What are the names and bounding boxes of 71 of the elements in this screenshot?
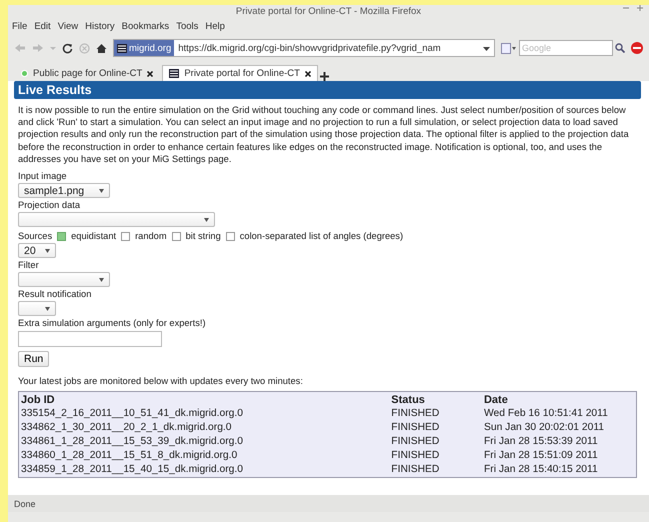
site-icon[interactable]: [117, 44, 127, 52]
radio-button[interactable]: [226, 232, 235, 241]
caret-icon[interactable]: [204, 218, 209, 222]
table-cell: FINISHED: [389, 435, 482, 450]
site-identity-badge[interactable]: migrid.org: [114, 40, 174, 56]
dropdown[interactable]: sample1.png: [18, 183, 110, 198]
field-label: Result notification: [18, 289, 92, 300]
radio-button[interactable]: [172, 232, 181, 241]
table-cell: FINISHED: [389, 463, 482, 478]
menu-item[interactable]: Bookmarks: [122, 21, 170, 32]
input-field[interactable]: [18, 331, 162, 348]
field-label: Filter: [18, 260, 40, 272]
field-label: Extra simulation arguments (only for experts!): [18, 318, 207, 330]
browser-tab[interactable]: Private portal for Online-CT: [162, 65, 318, 81]
close-icon[interactable]: [304, 70, 311, 76]
search-field[interactable]: Google: [519, 40, 613, 56]
menu-item[interactable]: History: [85, 21, 115, 32]
reload-icon[interactable]: [62, 42, 73, 54]
menu-item[interactable]: File: [12, 21, 28, 32]
jobs-note: Your latest jobs are monitored below with updates every two minutes:: [18, 376, 304, 386]
window-title: Private portal for Online-CT - Mozilla Firefox: [236, 6, 422, 17]
home-icon[interactable]: [96, 42, 107, 54]
intro-paragraph: It is now possible to run the entire simulation on the Grid without touching any code or command lines. Just select number/position of sources below and click 'Run' to start a simulation. You can select an input image and no projection to run a full simulation, or select projection data to load saved projection results and only run the reconstruction part of the simulation using those projection data. The optional filter is applied to the projection data before the reconstruction in order to enhance certain features like edges on the reconstructed image. Notification is optional, too, and uses the addresses you have set on your MiG Settings page.: [18, 104, 630, 166]
column-header: Status: [389, 392, 482, 408]
minimize-icon[interactable]: [623, 5, 629, 11]
close-icon[interactable]: [147, 70, 154, 76]
field-label: Sources: [18, 231, 52, 242]
section-heading: Live Results: [14, 81, 641, 99]
caret-icon[interactable]: [45, 248, 50, 253]
menu-item[interactable]: View: [58, 21, 78, 32]
table-cell: Fri Jan 28 15:40:15 2011: [482, 463, 636, 478]
search-icon[interactable]: [615, 43, 625, 53]
caret-icon[interactable]: [99, 278, 104, 282]
menu-item[interactable]: Edit: [34, 21, 51, 32]
address-bar[interactable]: migrid.org https://dk.migrid.org/cgi-bin/showvgridprivatefile.py?vgrid_nam: [113, 39, 495, 57]
field-label: Input image: [18, 171, 68, 182]
radio-button[interactable]: [57, 232, 66, 241]
menu-item[interactable]: Tools: [176, 21, 198, 32]
radio-button[interactable]: [121, 232, 130, 241]
dropdown-icon[interactable]: [483, 44, 490, 52]
search-engine-icon[interactable]: [501, 42, 517, 54]
table-cell: FINISHED: [389, 407, 482, 422]
radio-label: bit string: [186, 231, 221, 242]
table-cell: 334862_1_30_2011__20_2_1_dk.migrid.org.0: [18, 421, 390, 436]
table-cell: 335154_2_16_2011__10_51_41_dk.migrid.org.0: [18, 407, 390, 422]
menu-item[interactable]: Help: [205, 21, 225, 32]
table-cell: 334859_1_28_2011__15_40_15_dk.migrid.org.0: [18, 463, 390, 478]
column-header: Job ID: [18, 392, 390, 408]
table-cell: FINISHED: [389, 421, 482, 436]
table-cell: 334861_1_28_2011__15_53_39_dk.migrid.org.0: [18, 435, 390, 450]
table-cell: Wed Feb 16 10:51:41 2011: [482, 407, 636, 422]
new-tab-icon[interactable]: [320, 72, 329, 81]
run-button[interactable]: Run: [18, 351, 50, 368]
radio-label: random: [135, 231, 167, 242]
field-label: Projection data: [18, 200, 82, 212]
maximize-icon[interactable]: [637, 5, 643, 11]
status-text: Done: [14, 498, 36, 508]
table-cell: Fri Jan 28 15:53:39 2011: [482, 435, 636, 450]
radio-label: equidistant: [71, 231, 116, 242]
caret-icon[interactable]: [45, 306, 50, 311]
table-cell: Sun Jan 30 20:02:01 2011: [482, 421, 636, 436]
dropdown[interactable]: 20: [18, 243, 56, 258]
caret-icon[interactable]: [99, 188, 104, 193]
table-cell: FINISHED: [389, 449, 482, 464]
adblock-icon[interactable]: [631, 42, 643, 54]
browser-tab[interactable]: Public page for Online-CT: [14, 65, 160, 81]
radio-label: colon-separated list of angles (degrees): [240, 231, 404, 242]
table-cell: Fri Jan 28 15:51:09 2011: [482, 449, 636, 464]
column-header: Date: [482, 392, 636, 408]
site-icon[interactable]: [169, 69, 180, 78]
table-cell: 334860_1_28_2011__15_51_8_dk.migrid.org.0: [18, 449, 390, 464]
